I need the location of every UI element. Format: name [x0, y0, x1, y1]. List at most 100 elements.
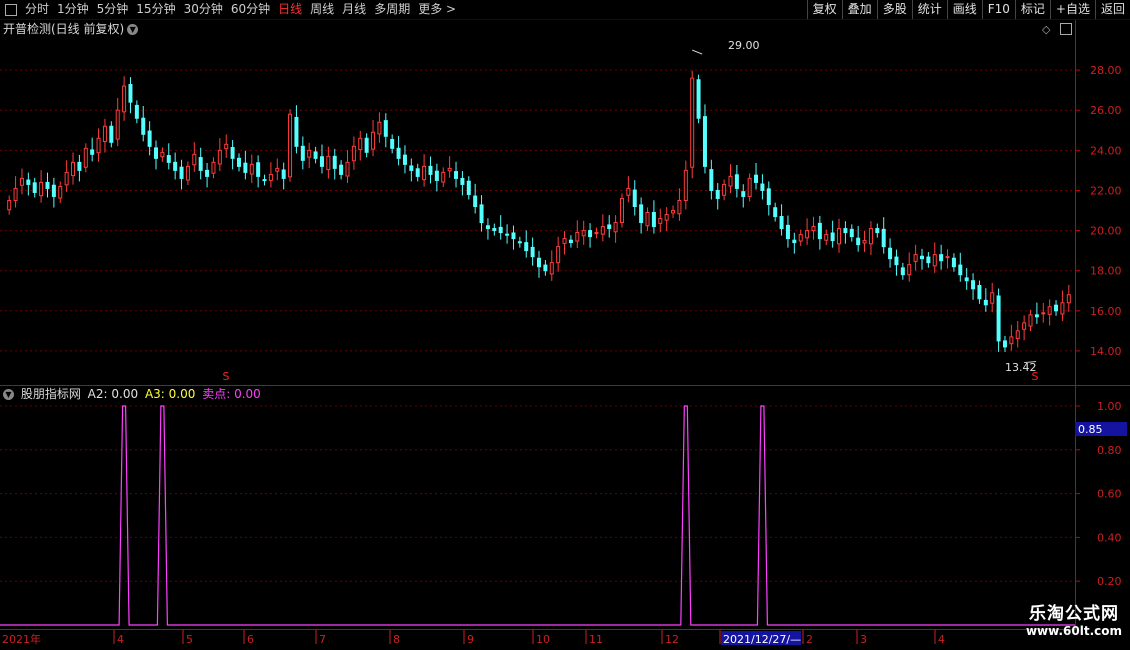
f10-button[interactable]: F10 — [981, 0, 1015, 19]
candle-body — [339, 164, 344, 175]
candle-body — [671, 210, 676, 214]
candle-body — [849, 228, 854, 238]
sell-value: 0.00 — [234, 387, 261, 401]
overlay-button[interactable]: 叠加 — [841, 0, 877, 19]
price-tick-label: 22.00 — [1090, 184, 1122, 197]
candle-body — [128, 84, 133, 103]
period-more[interactable]: 更多 > — [414, 0, 460, 19]
candle-body — [626, 187, 631, 196]
fuquan-button[interactable]: 复权 — [806, 0, 842, 19]
candle-body — [13, 187, 18, 201]
period-1min[interactable]: 1分钟 — [53, 0, 93, 19]
candle-body — [1047, 306, 1052, 315]
window-icon[interactable] — [5, 3, 17, 16]
candle-body — [498, 226, 503, 234]
chevron-down-icon[interactable]: ▼ — [127, 24, 139, 35]
candle-body — [236, 157, 241, 167]
candle-body — [58, 185, 63, 199]
candle-body — [32, 182, 37, 193]
period-daily[interactable]: 日线 — [274, 0, 306, 19]
period-5min[interactable]: 5分钟 — [93, 0, 133, 19]
period-multi[interactable]: 多周期 — [370, 0, 414, 19]
candle-body — [313, 151, 318, 159]
multi-stock-button[interactable]: 多股 — [876, 0, 912, 19]
candle-body — [1060, 302, 1065, 315]
sell-signal-marker-2: S — [1032, 370, 1039, 383]
mark-button[interactable]: 标记 — [1014, 0, 1050, 19]
candle-body — [556, 246, 561, 264]
candle-body — [364, 137, 369, 153]
time-tick-label: 2021年 — [2, 632, 41, 646]
time-tick-label: 8 — [393, 633, 400, 646]
candle-body — [473, 195, 478, 207]
low-price-label: 13.42 — [1005, 361, 1037, 374]
candle-body — [894, 256, 899, 266]
candle-body — [677, 199, 682, 215]
candle-body — [281, 169, 286, 179]
sell-label: 卖点: — [202, 387, 231, 401]
candle-body — [466, 180, 471, 195]
candle-body — [575, 232, 580, 242]
candle-body — [326, 155, 331, 171]
candle-body — [517, 241, 522, 244]
time-tick-label: 12 — [665, 633, 679, 646]
stats-button[interactable]: 统计 — [911, 0, 947, 19]
candle-body — [817, 222, 822, 240]
candle-body — [230, 147, 235, 159]
period-15min[interactable]: 15分钟 — [132, 0, 179, 19]
candle-body — [613, 222, 618, 233]
candle-body — [619, 197, 624, 224]
candle-body — [932, 254, 937, 267]
chevron-down-icon[interactable]: ▼ — [3, 389, 14, 400]
candle-body — [919, 255, 924, 260]
a2-label: A2: — [87, 387, 108, 401]
main-pane-title: 开普检测(日线 前复权) ▼ — [3, 21, 139, 37]
candle-body — [147, 130, 152, 147]
period-monthly[interactable]: 月线 — [338, 0, 370, 19]
candle-body — [224, 143, 229, 150]
candle-body — [434, 170, 439, 181]
candle-body — [734, 174, 739, 189]
time-tick-label: 7 — [319, 633, 326, 646]
candle-body — [71, 161, 76, 177]
price-tick-label: 28.00 — [1090, 64, 1122, 77]
candle-body — [217, 149, 222, 165]
diamond-icon[interactable]: ◇ — [1042, 23, 1050, 36]
candle-body — [1022, 322, 1027, 330]
candle-body — [760, 183, 765, 191]
draw-line-button[interactable]: 画线 — [946, 0, 982, 19]
candle-body — [409, 165, 414, 171]
candle-body — [722, 183, 727, 196]
price-tick-label: 16.00 — [1090, 305, 1122, 318]
candle-body — [702, 116, 707, 167]
candle-body — [862, 240, 867, 244]
candle-body — [964, 277, 969, 282]
time-tick-label: 5 — [186, 633, 193, 646]
candle-body — [51, 184, 56, 197]
candle-body — [485, 225, 490, 230]
toolbar: 分时 1分钟 5分钟 15分钟 30分钟 60分钟 日线 周线 月线 多周期 更… — [0, 0, 1130, 20]
candle-body — [154, 147, 159, 159]
candle-body — [856, 237, 861, 246]
period-30min[interactable]: 30分钟 — [180, 0, 227, 19]
candle-body — [351, 145, 356, 162]
candle-body — [422, 165, 427, 181]
add-watchlist-button[interactable]: +自选 — [1049, 0, 1095, 19]
candle-body — [249, 163, 254, 175]
candle-body — [77, 161, 82, 171]
candle-body — [479, 204, 484, 224]
time-tick-label: 11 — [589, 633, 603, 646]
candle-body — [690, 77, 695, 168]
candle-body — [319, 156, 324, 167]
candle-body — [141, 117, 146, 135]
candle-body — [875, 228, 880, 234]
period-60min[interactable]: 60分钟 — [227, 0, 274, 19]
period-fenshi[interactable]: 分时 — [21, 0, 53, 19]
candle-body — [658, 218, 663, 224]
candle-body — [205, 169, 210, 177]
period-weekly[interactable]: 周线 — [306, 0, 338, 19]
layout-icon[interactable] — [1060, 23, 1072, 35]
back-button[interactable]: 返回 — [1094, 0, 1130, 19]
a3-label: A3: — [144, 387, 165, 401]
candle-body — [428, 165, 433, 175]
